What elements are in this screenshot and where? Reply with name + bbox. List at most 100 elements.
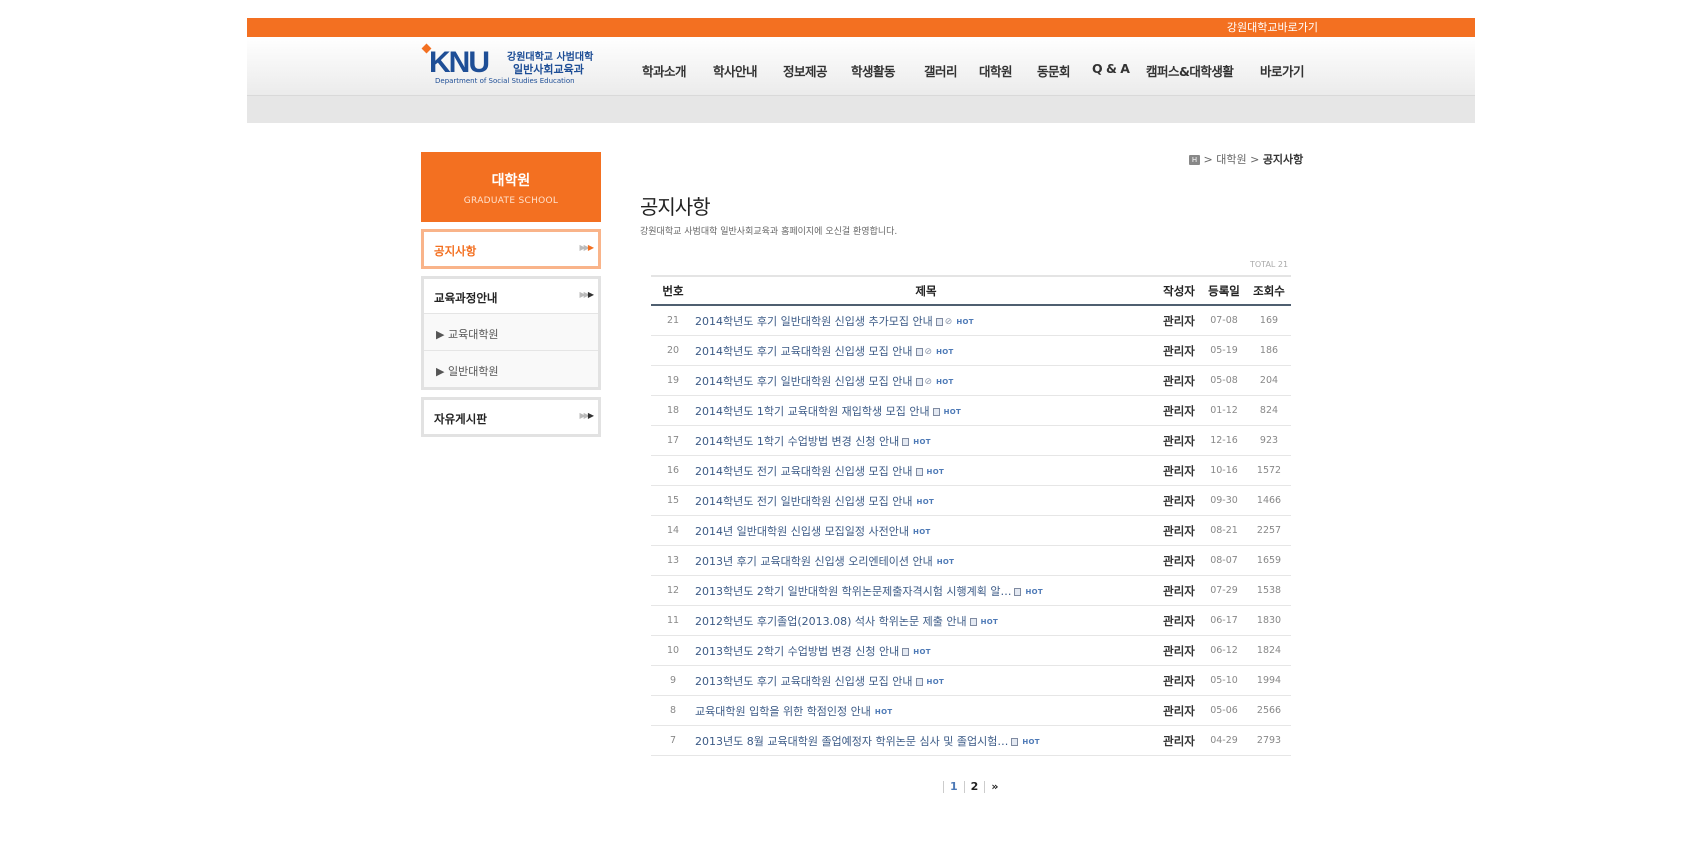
- table-row[interactable]: 21 2014학년도 후기 일반대학원 신입생 추가모집 안내 ⊘ HOT 관리자 07-…: [651, 305, 1291, 336]
- nav-item-gallery[interactable]: 갤러리: [924, 61, 958, 80]
- table-row[interactable]: 18 2014학년도 1학기 교육대학원 재입학생 모집 안내 HOT 관리자 01-1…: [651, 395, 1291, 426]
- side-nav-subtitle: GRADUATE SCHOOL: [463, 196, 559, 206]
- table-row[interactable]: 9 2013학년도 후기 교육대학원 신입생 모집 안내 HOT 관리자 05-10 19…: [651, 665, 1291, 696]
- side-nav-sub-education-graduate[interactable]: ▶ 교육대학원: [424, 313, 598, 350]
- nav-item-activities[interactable]: 학생활동: [851, 61, 896, 80]
- nav-item-qna[interactable]: Q & A: [1092, 61, 1130, 76]
- row-subject-link[interactable]: 2014년 일반대학원 신입생 모집일정 사전안내: [695, 525, 909, 538]
- row-number: 11: [651, 605, 695, 636]
- table-row[interactable]: 14 2014년 일반대학원 신입생 모집일정 사전안내 HOT 관리자 08-21 22…: [651, 515, 1291, 546]
- nav-item-academic[interactable]: 학사안내: [713, 61, 758, 80]
- table-row[interactable]: 15 2014학년도 전기 일반대학원 신입생 모집 안내 HOT 관리자 09-30 1…: [651, 485, 1291, 516]
- file-icon: [915, 677, 923, 686]
- table-row[interactable]: 13 2013년 후기 교육대학원 신입생 오리엔테이션 안내 HOT 관리자 08-0…: [651, 545, 1291, 576]
- row-subject: 2013학년도 2학기 수업방법 변경 신청 안내 HOT: [695, 635, 1157, 666]
- row-subject-link[interactable]: 교육대학원 입학을 위한 학점인정 안내: [695, 705, 871, 718]
- row-subject-link[interactable]: 2013년 후기 교육대학원 신입생 오리엔테이션 안내: [695, 555, 933, 568]
- table-row[interactable]: 11 2012학년도 후기졸업(2013.08) 석사 학위논문 제출 안내 HOT…: [651, 605, 1291, 636]
- row-subject-link[interactable]: 2013학년도 후기 교육대학원 신입생 모집 안내: [695, 675, 913, 688]
- total-count: TOTAL 21: [1250, 260, 1289, 269]
- row-number: 9: [651, 665, 695, 696]
- row-date: 05-08: [1201, 365, 1247, 396]
- page-1-link[interactable]: 1: [950, 780, 958, 793]
- row-subject: 2013학년도 2학기 일반대학원 학위논문제출자격시험 시행계획 알… HOT: [695, 575, 1157, 606]
- nav-item-alumni[interactable]: 동문회: [1037, 61, 1071, 80]
- row-subject-link[interactable]: 2012학년도 후기졸업(2013.08) 석사 학위논문 제출 안내: [695, 615, 967, 628]
- table-body: 21 2014학년도 후기 일반대학원 신입생 추가모집 안내 ⊘ HOT 관리자 07-…: [651, 305, 1291, 756]
- row-views: 1466: [1247, 485, 1291, 516]
- nav-item-about[interactable]: 학과소개: [642, 61, 687, 80]
- nav-item-shortcut[interactable]: 바로가기: [1260, 61, 1305, 80]
- table-row[interactable]: 19 2014학년도 후기 일반대학원 신입생 모집 안내 ⊘ HOT 관리자 05-08…: [651, 365, 1291, 396]
- row-views: 2257: [1247, 515, 1291, 546]
- table-row[interactable]: 8 교육대학원 입학을 위한 학점인정 안내 HOT 관리자 05-06 2566: [651, 695, 1291, 726]
- row-views: 1659: [1247, 545, 1291, 576]
- row-views: 186: [1247, 335, 1291, 366]
- next-page-icon[interactable]: »: [991, 780, 998, 793]
- row-subject-link[interactable]: 2013학년도 2학기 일반대학원 학위논문제출자격시험 시행계획 알…: [695, 585, 1011, 598]
- side-nav-item-curriculum[interactable]: 교육과정안내 ▶▶▶: [424, 279, 598, 313]
- file-icon: [902, 437, 910, 446]
- side-nav-header: 대학원 GRADUATE SCHOOL: [421, 152, 601, 222]
- row-subject-link[interactable]: 2014학년도 전기 교육대학원 신입생 모집 안내: [695, 465, 913, 478]
- university-home-link[interactable]: 강원대학교바로가기: [1227, 19, 1318, 36]
- hot-badge: HOT: [913, 647, 931, 656]
- row-subject-link[interactable]: 2014학년도 후기 일반대학원 신입생 추가모집 안내: [695, 315, 933, 328]
- attachment-icon: ⊘: [944, 316, 953, 327]
- row-subject: 2014학년도 후기 일반대학원 신입생 추가모집 안내 ⊘ HOT: [695, 305, 1157, 336]
- file-icon: [1011, 737, 1019, 746]
- notice-table: 번호 제목 작성자 등록일 조회수 21 2014학년도 후기 일반대학원 신입생…: [651, 275, 1291, 756]
- row-subject: 2014년 일반대학원 신입생 모집일정 사전안내 HOT: [695, 515, 1157, 546]
- table-row[interactable]: 12 2013학년도 2학기 일반대학원 학위논문제출자격시험 시행계획 알… HO…: [651, 575, 1291, 606]
- side-nav-sub-general-graduate[interactable]: ▶ 일반대학원: [424, 350, 598, 387]
- row-subject-link[interactable]: 2014학년도 1학기 교육대학원 재입학생 모집 안내: [695, 405, 930, 418]
- pagination-divider: [943, 781, 944, 793]
- page-2-link[interactable]: 2: [971, 780, 979, 793]
- side-nav-item-label: 공지사항: [434, 244, 477, 258]
- file-icon: [969, 617, 977, 626]
- table-row[interactable]: 10 2013학년도 2학기 수업방법 변경 신청 안내 HOT 관리자 06-12 18…: [651, 635, 1291, 666]
- side-nav-group-freeboard: 자유게시판 ▶▶▶: [421, 397, 601, 437]
- row-date: 12-16: [1201, 425, 1247, 456]
- row-subject: 2013년도 8월 교육대학원 졸업예정자 학위논문 심사 및 졸업시험… HOT: [695, 725, 1157, 756]
- file-icon: [902, 647, 910, 656]
- table-row[interactable]: 16 2014학년도 전기 교육대학원 신입생 모집 안내 HOT 관리자 10-16 1…: [651, 455, 1291, 486]
- row-subject-link[interactable]: 2013학년도 2학기 수업방법 변경 신청 안내: [695, 645, 899, 658]
- col-author: 작성자: [1157, 275, 1201, 306]
- nav-item-info[interactable]: 정보제공: [783, 61, 828, 80]
- row-date: 05-10: [1201, 665, 1247, 696]
- side-nav-item-freeboard[interactable]: 자유게시판 ▶▶▶: [424, 400, 598, 434]
- side-nav: 대학원 GRADUATE SCHOOL 공지사항 ▶▶▶ 교육과정안내 ▶▶▶ …: [421, 152, 601, 437]
- side-nav-item-notice[interactable]: 공지사항 ▶▶▶: [424, 232, 598, 266]
- table-row[interactable]: 7 2013년도 8월 교육대학원 졸업예정자 학위논문 심사 및 졸업시험… HO…: [651, 725, 1291, 756]
- logo-english: Department of Social Studies Education: [435, 77, 575, 85]
- row-subject: 2014학년도 1학기 수업방법 변경 신청 안내 HOT: [695, 425, 1157, 456]
- triple-arrow-icon: ▶▶▶: [579, 243, 595, 252]
- hot-badge: HOT: [956, 317, 974, 326]
- table-row[interactable]: 20 2014학년도 후기 교육대학원 신입생 모집 안내 ⊘ HOT 관리자 05-19…: [651, 335, 1291, 366]
- row-subject-link[interactable]: 2014학년도 후기 일반대학원 신입생 모집 안내: [695, 375, 913, 388]
- row-views: 1572: [1247, 455, 1291, 486]
- row-author: 관리자: [1157, 335, 1201, 366]
- row-subject: 2014학년도 전기 일반대학원 신입생 모집 안내 HOT: [695, 485, 1157, 516]
- row-author: 관리자: [1157, 725, 1201, 756]
- row-subject-link[interactable]: 2014학년도 1학기 수업방법 변경 신청 안내: [695, 435, 899, 448]
- col-subject: 제목: [695, 275, 1157, 306]
- row-subject-link[interactable]: 2014학년도 전기 일반대학원 신입생 모집 안내: [695, 495, 913, 508]
- nav-item-campus[interactable]: 캠퍼스&대학생활: [1146, 61, 1234, 80]
- nav-item-graduate[interactable]: 대학원: [979, 61, 1013, 80]
- hot-badge: HOT: [916, 497, 935, 506]
- row-author: 관리자: [1157, 485, 1201, 516]
- home-icon[interactable]: H: [1189, 155, 1200, 165]
- row-subject-link[interactable]: 2014학년도 후기 교육대학원 신입생 모집 안내: [695, 345, 913, 358]
- row-date: 09-30: [1201, 485, 1247, 516]
- row-views: 1994: [1247, 665, 1291, 696]
- hot-badge: HOT: [980, 617, 999, 626]
- row-views: 2566: [1247, 695, 1291, 726]
- row-subject-link[interactable]: 2013년도 8월 교육대학원 졸업예정자 학위논문 심사 및 졸업시험…: [695, 735, 1008, 748]
- hot-badge: HOT: [926, 677, 945, 686]
- row-author: 관리자: [1157, 605, 1201, 636]
- logo[interactable]: KNU 강원대학교 사범대학 일반사회교육과 Department of Soc…: [421, 43, 598, 87]
- breadcrumb-level1[interactable]: 대학원: [1216, 153, 1246, 166]
- table-row[interactable]: 17 2014학년도 1학기 수업방법 변경 신청 안내 HOT 관리자 12-16 92…: [651, 425, 1291, 456]
